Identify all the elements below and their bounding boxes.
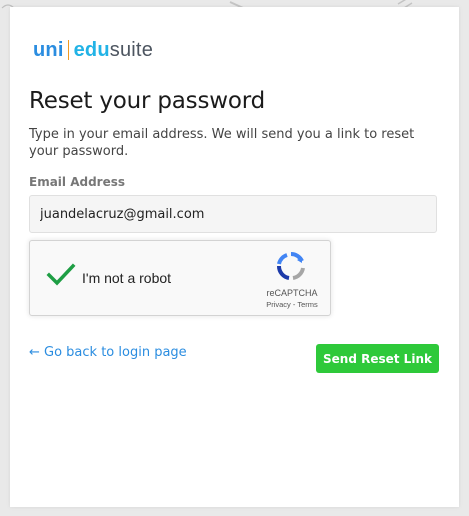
logo-uni: uni (33, 38, 64, 61)
email-field[interactable] (29, 195, 437, 233)
recaptcha-links: Privacy - Terms (255, 300, 329, 309)
edusuite-logo: uni edu suite (33, 38, 153, 62)
page-title: Reset your password (29, 88, 265, 114)
recaptcha-widget: I'm not a robot reCAPTCHA Privacy - Term… (29, 240, 331, 316)
back-to-login-link[interactable]: ← Go back to login page (29, 345, 187, 360)
logo-divider (67, 40, 69, 60)
recaptcha-terms-link[interactable]: Terms (297, 300, 317, 309)
checkmark-icon[interactable] (46, 263, 76, 287)
recaptcha-label: I'm not a robot (82, 270, 172, 286)
recaptcha-privacy-link[interactable]: Privacy (266, 300, 291, 309)
logo-edu: edu (73, 38, 110, 61)
reset-password-card: uni edu suite Reset your password Type i… (10, 7, 459, 507)
page-description: Type in your email address. We will send… (29, 127, 415, 159)
email-label: Email Address (29, 175, 126, 189)
send-reset-link-button[interactable]: Send Reset Link (316, 344, 439, 373)
recaptcha-logo-icon (276, 251, 305, 280)
recaptcha-brand: reCAPTCHA (266, 288, 318, 298)
logo-suite: suite (109, 38, 154, 61)
